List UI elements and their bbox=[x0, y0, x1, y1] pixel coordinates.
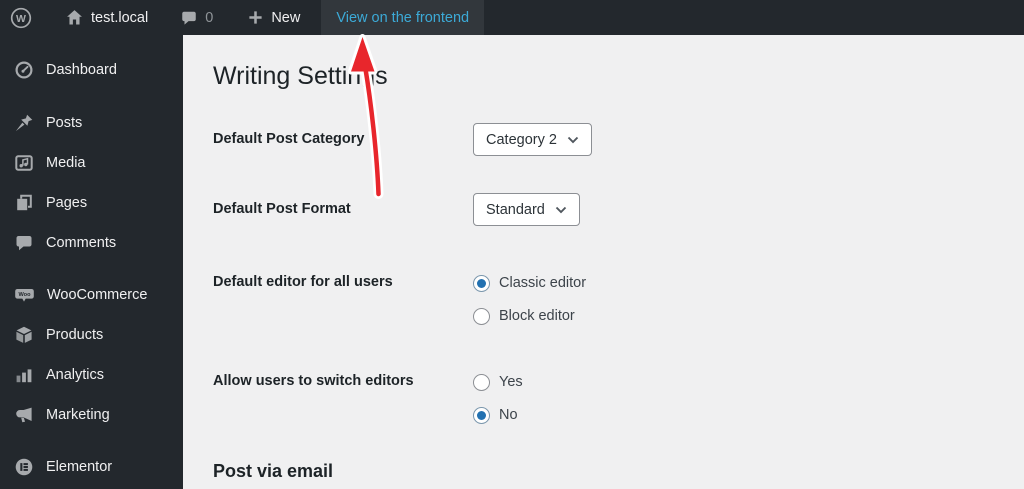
radio-option-label: Classic editor bbox=[499, 275, 587, 291]
page-title: Writing Settings bbox=[213, 62, 388, 90]
default-post-format-row: Default Post Format Standard bbox=[213, 193, 1024, 226]
block-editor-option[interactable]: Block editor bbox=[473, 306, 586, 326]
view-frontend-link[interactable]: View on the frontend bbox=[321, 0, 485, 35]
sidebar-item-label: Media bbox=[46, 155, 86, 171]
woocommerce-icon: Woo bbox=[15, 289, 34, 302]
sidebar-item-analytics[interactable]: Analytics bbox=[0, 355, 183, 395]
default-post-format-select[interactable]: Standard bbox=[473, 193, 580, 226]
site-name-label: test.local bbox=[91, 9, 149, 26]
switch-editors-radio-group: Yes No bbox=[473, 371, 523, 425]
pages-icon bbox=[17, 194, 32, 211]
admin-sidebar: Dashboard Posts Media Pages Comments Woo… bbox=[0, 35, 183, 489]
radio-option-label: Block editor bbox=[499, 308, 575, 324]
radio-button-checked[interactable] bbox=[473, 406, 490, 424]
bar-chart-icon bbox=[16, 369, 32, 383]
new-content-menu-item[interactable]: New bbox=[234, 0, 313, 35]
sidebar-item-dashboard[interactable]: Dashboard bbox=[0, 50, 183, 90]
radio-button[interactable] bbox=[473, 307, 490, 325]
comment-bubble-icon bbox=[182, 11, 196, 25]
pushpin-icon bbox=[15, 114, 33, 132]
chevron-down-icon bbox=[555, 206, 567, 213]
svg-text:Woo: Woo bbox=[18, 292, 31, 298]
radio-option-label: Yes bbox=[499, 374, 523, 390]
comments-menu-item[interactable]: 0 bbox=[167, 0, 226, 35]
default-post-category-row: Default Post Category Category 2 bbox=[213, 123, 1024, 156]
writing-settings-page: Writing Settings Default Post Category C… bbox=[183, 35, 1024, 489]
default-post-category-label: Default Post Category bbox=[213, 131, 365, 147]
home-icon bbox=[67, 10, 82, 25]
megaphone-icon bbox=[16, 407, 32, 423]
default-post-format-label: Default Post Format bbox=[213, 201, 351, 217]
svg-text:W: W bbox=[16, 13, 26, 25]
cube-icon bbox=[16, 326, 32, 343]
select-value: Category 2 bbox=[486, 131, 557, 148]
sidebar-item-elementor[interactable]: Elementor bbox=[0, 447, 183, 487]
switch-editors-label: Allow users to switch editors bbox=[213, 373, 414, 389]
switch-editors-yes-option[interactable]: Yes bbox=[473, 372, 523, 392]
wordpress-menu-item[interactable]: W bbox=[0, 0, 43, 35]
admin-bar: W test.local 0 New View on the frontend bbox=[0, 0, 1024, 35]
radio-button-checked[interactable] bbox=[473, 274, 490, 292]
sidebar-item-label: Comments bbox=[46, 235, 117, 251]
sidebar-item-label: Elementor bbox=[46, 459, 113, 475]
sidebar-item-label: Dashboard bbox=[46, 62, 117, 78]
post-via-email-heading: Post via email bbox=[213, 461, 334, 481]
sidebar-item-label: Products bbox=[46, 327, 104, 343]
sidebar-item-comments[interactable]: Comments bbox=[0, 223, 183, 263]
comments-count-badge: 0 bbox=[205, 9, 214, 26]
new-label: New bbox=[271, 9, 301, 26]
default-editor-row: Default editor for all users Classic edi… bbox=[213, 272, 1024, 326]
sidebar-item-label: Pages bbox=[46, 195, 88, 211]
dashboard-icon bbox=[15, 61, 33, 79]
switch-editors-row: Allow users to switch editors Yes No bbox=[213, 371, 1024, 425]
default-post-category-select[interactable]: Category 2 bbox=[473, 123, 592, 156]
media-icon bbox=[15, 155, 33, 171]
elementor-icon bbox=[15, 458, 33, 476]
sidebar-item-media[interactable]: Media bbox=[0, 143, 183, 183]
default-editor-radio-group: Classic editor Block editor bbox=[473, 272, 586, 326]
site-name-menu-item[interactable]: test.local bbox=[52, 0, 161, 35]
sidebar-item-label: Analytics bbox=[46, 367, 105, 383]
plus-icon bbox=[249, 11, 262, 24]
switch-editors-no-option[interactable]: No bbox=[473, 405, 523, 425]
sidebar-item-label: Marketing bbox=[46, 407, 110, 423]
sidebar-item-marketing[interactable]: Marketing bbox=[0, 395, 183, 435]
sidebar-item-woocommerce[interactable]: Woo WooCommerce bbox=[0, 275, 183, 315]
comment-icon bbox=[16, 236, 32, 251]
sidebar-item-products[interactable]: Products bbox=[0, 315, 183, 355]
radio-button[interactable] bbox=[473, 373, 490, 391]
classic-editor-option[interactable]: Classic editor bbox=[473, 273, 586, 293]
sidebar-item-label: Posts bbox=[46, 115, 83, 131]
default-editor-label: Default editor for all users bbox=[213, 274, 393, 290]
sidebar-item-label: WooCommerce bbox=[47, 287, 148, 303]
view-frontend-label: View on the frontend bbox=[336, 9, 470, 26]
radio-option-label: No bbox=[499, 407, 518, 423]
select-value: Standard bbox=[486, 201, 545, 218]
sidebar-item-posts[interactable]: Posts bbox=[0, 103, 183, 143]
wordpress-logo-icon: W bbox=[10, 7, 32, 28]
chevron-down-icon bbox=[567, 136, 579, 143]
sidebar-item-pages[interactable]: Pages bbox=[0, 183, 183, 223]
